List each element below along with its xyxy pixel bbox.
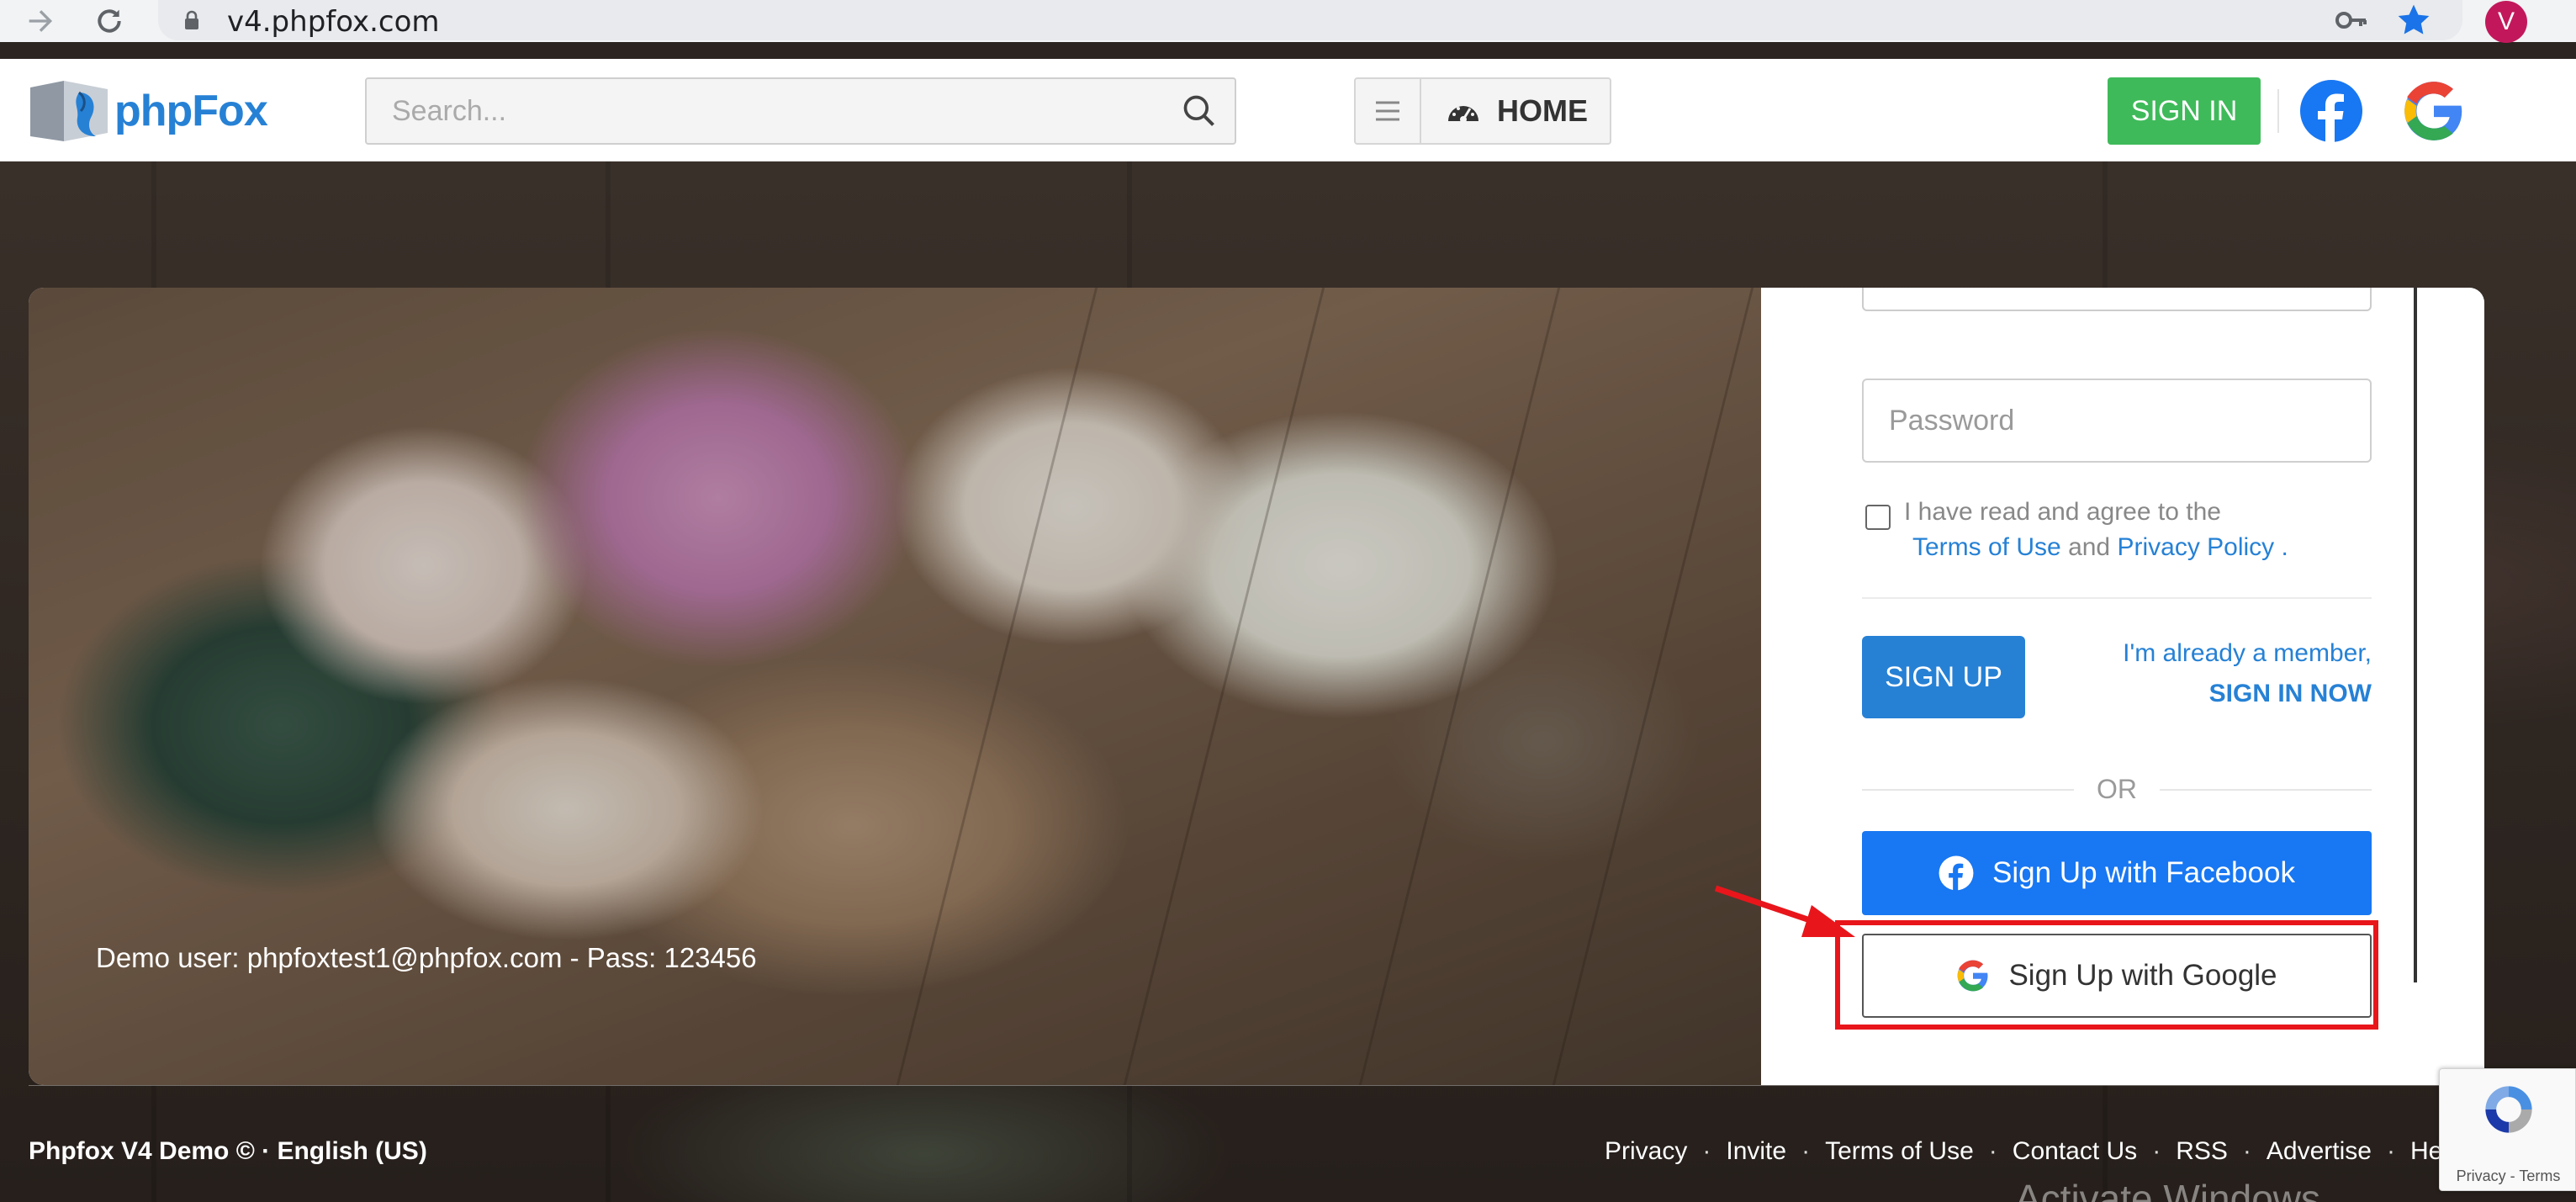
footer-dot: ·	[2386, 1137, 2395, 1165]
already-member: I'm already a member, SIGN IN NOW	[2064, 639, 2372, 708]
footer-link-advertise[interactable]: Advertise	[2267, 1137, 2372, 1166]
terms-suffix: .	[2281, 533, 2288, 561]
logo-text: phpFox	[114, 87, 268, 135]
bookmark-star-icon[interactable]	[2395, 2, 2432, 39]
terms-links-line: Terms of Use and Privacy Policy .	[1912, 533, 2288, 562]
footer-links: Privacy · Invite · Terms of Use · Contact U…	[1605, 1137, 2442, 1166]
lock-icon	[185, 10, 198, 29]
footer-link-privacy[interactable]: Privacy	[1605, 1137, 1687, 1166]
search-input[interactable]	[367, 79, 1166, 143]
footer-link-help[interactable]: He	[2410, 1137, 2442, 1166]
home-label: HOME	[1497, 93, 1588, 128]
home-button[interactable]: HOME	[1421, 77, 1611, 145]
privacy-policy-link[interactable]: Privacy Policy	[2117, 533, 2274, 561]
reload-icon[interactable]	[86, 0, 133, 42]
password-field[interactable]	[1862, 379, 2372, 463]
search-icon[interactable]	[1181, 93, 1218, 130]
form-divider	[1862, 597, 2372, 599]
search-box	[365, 77, 1236, 145]
profile-avatar[interactable]: V	[2485, 1, 2527, 43]
footer-dot: ·	[1702, 1137, 1711, 1165]
facebook-button-label: Sign Up with Facebook	[1992, 856, 2295, 889]
sign-in-button[interactable]: SIGN IN	[2108, 77, 2261, 145]
footer-link-terms[interactable]: Terms of Use	[1825, 1137, 1974, 1166]
annotation-arrow-icon	[1714, 885, 1855, 937]
or-separator: OR	[1862, 774, 2372, 808]
sign-in-now-link[interactable]: SIGN IN NOW	[2064, 680, 2372, 708]
footer-link-rss[interactable]: RSS	[2176, 1137, 2228, 1166]
dashboard-icon	[1448, 106, 1478, 123]
activate-windows-watermark: Activate Windows	[2015, 1177, 2321, 1202]
page-background: Demo user: phpfoxtest1@phpfox.com - Pass…	[0, 162, 2576, 1202]
recaptcha-links[interactable]: Privacy - Terms	[2440, 1168, 2576, 1185]
footer-link-invite[interactable]: Invite	[1726, 1137, 1786, 1166]
footer-dot: ·	[2152, 1137, 2161, 1165]
terms-of-use-link[interactable]: Terms of Use	[1912, 533, 2061, 561]
sign-up-button[interactable]: SIGN UP	[1862, 636, 2025, 718]
terms-prefix: I have read and agree to the	[1904, 498, 2221, 526]
phpfox-logo[interactable]: phpFox	[27, 77, 268, 145]
terms-and-text: and	[2068, 533, 2111, 561]
google-login-icon[interactable]	[2402, 79, 2466, 143]
footer-copyright[interactable]: Phpfox V4 Demo © · English (US)	[29, 1137, 427, 1166]
already-member-text: I'm already a member,	[2123, 639, 2372, 667]
or-line-right	[2160, 789, 2372, 791]
email-field[interactable]	[1862, 288, 2372, 311]
form-scroll-rail	[2414, 288, 2417, 982]
key-icon[interactable]	[2335, 7, 2368, 34]
hamburger-icon	[1376, 101, 1399, 121]
url-text: v4.phpfox.com	[227, 5, 440, 39]
demo-credentials: Demo user: phpfoxtest1@phpfox.com - Pass…	[96, 942, 757, 973]
footer-dot: ·	[1988, 1137, 1997, 1165]
facebook-icon	[1939, 855, 1974, 891]
footer-divider	[29, 1085, 2518, 1086]
site-header: phpFox HOME SIGN IN	[0, 59, 2576, 162]
recaptcha-icon	[2485, 1086, 2532, 1133]
footer-dot: ·	[1801, 1137, 1811, 1165]
footer-link-contact[interactable]: Contact Us	[2013, 1137, 2137, 1166]
header-divider	[2277, 89, 2279, 133]
phpfox-logo-icon	[27, 77, 111, 145]
browser-toolbar: v4.phpfox.com V	[0, 0, 2576, 43]
hero-flower-image: Demo user: phpfoxtest1@phpfox.com - Pass…	[29, 288, 1761, 1085]
signup-card: Demo user: phpfoxtest1@phpfox.com - Pass…	[29, 288, 2484, 1085]
annotation-highlight-box	[1835, 920, 2378, 1030]
forward-icon[interactable]	[17, 0, 64, 42]
sign-up-facebook-button[interactable]: Sign Up with Facebook	[1862, 831, 2372, 915]
recaptcha-badge[interactable]: Privacy - Terms	[2439, 1068, 2576, 1191]
facebook-login-icon[interactable]	[2299, 79, 2363, 143]
footer-dot: ·	[2242, 1137, 2251, 1165]
menu-toggle-button[interactable]	[1354, 77, 1421, 145]
address-bar[interactable]: v4.phpfox.com	[158, 0, 2462, 40]
terms-checkbox[interactable]	[1865, 505, 1891, 530]
